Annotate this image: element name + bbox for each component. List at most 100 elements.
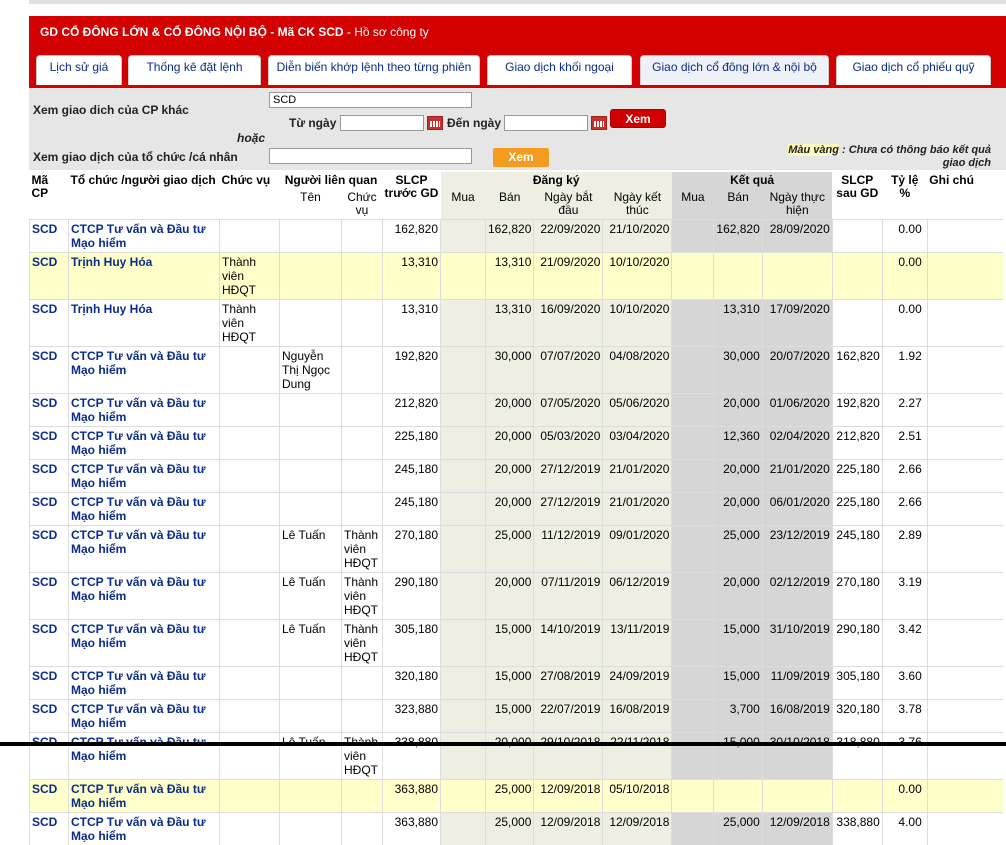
cell-sau: 162,820 xyxy=(832,347,882,394)
company-profile-link[interactable]: - Hồ sơ công ty xyxy=(344,25,429,39)
cell-rmua xyxy=(441,347,486,394)
cell-ten xyxy=(280,427,342,460)
cell-ma[interactable]: SCD xyxy=(30,427,69,460)
cell-org[interactable]: CTCP Tư vấn và Đầu tư Mạo hiểm xyxy=(69,813,220,845)
cell-cv xyxy=(220,220,280,253)
cell-gc xyxy=(927,780,1003,813)
cell-cv: Thành viên HĐQT xyxy=(220,253,280,300)
col-ngay-thuc-hien: Ngày thực hiện xyxy=(762,189,832,220)
tab-treasury-shares[interactable]: Giao dịch cổ phiếu quỹ xyxy=(836,55,991,85)
col-reg-ban: Bán xyxy=(486,189,534,220)
view-org-button[interactable]: Xem xyxy=(493,148,549,167)
tab-foreign-trading[interactable]: Giao dịch khối ngoại xyxy=(487,55,632,85)
cell-cvlq: Thành viên HĐQT xyxy=(342,733,383,780)
cell-ma[interactable]: SCD xyxy=(30,700,69,733)
cell-ma[interactable]: SCD xyxy=(30,460,69,493)
from-date-input[interactable] xyxy=(340,115,424,131)
view-button[interactable]: Xem xyxy=(610,109,666,128)
cell-org[interactable]: CTCP Tư vấn và Đầu tư Mạo hiểm xyxy=(69,526,220,573)
cell-ma[interactable]: SCD xyxy=(30,780,69,813)
cell-ma[interactable]: SCD xyxy=(30,220,69,253)
cell-org[interactable]: CTCP Tư vấn và Đầu tư Mạo hiểm xyxy=(69,733,220,780)
cell-ma[interactable]: SCD xyxy=(30,573,69,620)
cell-bd: 05/03/2020 xyxy=(534,427,603,460)
org-search-input[interactable] xyxy=(269,148,472,164)
cell-ma[interactable]: SCD xyxy=(30,300,69,347)
cell-gc xyxy=(927,573,1003,620)
cell-ten xyxy=(280,253,342,300)
cell-cv xyxy=(220,620,280,667)
cell-ma[interactable]: SCD xyxy=(30,253,69,300)
cell-cvlq xyxy=(342,460,383,493)
cell-org[interactable]: CTCP Tư vấn và Đầu tư Mạo hiểm xyxy=(69,573,220,620)
cell-sau: 338,880 xyxy=(832,813,882,845)
cell-org[interactable]: CTCP Tư vấn và Đầu tư Mạo hiểm xyxy=(69,667,220,700)
cell-kmua xyxy=(672,573,714,620)
cell-ma[interactable]: SCD xyxy=(30,620,69,667)
cell-kban: 25,000 xyxy=(714,526,762,573)
cell-rban: 25,000 xyxy=(486,780,534,813)
col-slcp-sau: SLCP sau GD xyxy=(832,172,882,220)
cell-ma[interactable]: SCD xyxy=(30,347,69,394)
col-res-mua: Mua xyxy=(672,189,714,220)
cell-rban: 20,000 xyxy=(486,573,534,620)
cell-org[interactable]: CTCP Tư vấn và Đầu tư Mạo hiểm xyxy=(69,700,220,733)
calendar-icon[interactable] xyxy=(427,116,443,130)
cell-cv xyxy=(220,667,280,700)
calendar-icon[interactable] xyxy=(591,116,607,130)
table-row: SCDCTCP Tư vấn và Đầu tư Mạo hiểmLê Tuấn… xyxy=(30,526,1004,573)
cell-kmua xyxy=(672,526,714,573)
cell-ma[interactable]: SCD xyxy=(30,394,69,427)
cell-rban: 20,000 xyxy=(486,394,534,427)
top-strip xyxy=(29,0,1006,4)
tab-price-history[interactable]: Lịch sử giá xyxy=(36,55,122,85)
cell-ma[interactable]: SCD xyxy=(30,493,69,526)
cell-rban: 15,000 xyxy=(486,620,534,667)
cell-ma[interactable]: SCD xyxy=(30,667,69,700)
cell-th: 06/01/2020 xyxy=(762,493,832,526)
cell-org[interactable]: CTCP Tư vấn và Đầu tư Mạo hiểm xyxy=(69,220,220,253)
cell-org[interactable]: CTCP Tư vấn và Đầu tư Mạo hiểm xyxy=(69,394,220,427)
tab-matching-sessions[interactable]: Diễn biến khớp lệnh theo từng phiên xyxy=(268,55,480,85)
cell-tl: 3.60 xyxy=(882,667,927,700)
cell-org[interactable]: CTCP Tư vấn và Đầu tư Mạo hiểm xyxy=(69,620,220,667)
cell-rmua xyxy=(441,733,486,780)
cell-sau: 318,880 xyxy=(832,733,882,780)
cell-kt: 12/09/2018 xyxy=(603,813,672,845)
cell-sau: 305,180 xyxy=(832,667,882,700)
cell-org[interactable]: CTCP Tư vấn và Đầu tư Mạo hiểm xyxy=(69,460,220,493)
cell-ma[interactable]: SCD xyxy=(30,813,69,845)
cell-kt: 03/04/2020 xyxy=(603,427,672,460)
cell-org[interactable]: CTCP Tư vấn và Đầu tư Mạo hiểm xyxy=(69,427,220,460)
cell-sau xyxy=(832,780,882,813)
table-row: SCDTrịnh Huy HóaThành viên HĐQT13,31013,… xyxy=(30,253,1004,300)
cell-kmua xyxy=(672,700,714,733)
cell-org[interactable]: CTCP Tư vấn và Đầu tư Mạo hiểm xyxy=(69,780,220,813)
cell-org[interactable]: CTCP Tư vấn và Đầu tư Mạo hiểm xyxy=(69,493,220,526)
table-row: SCDCTCP Tư vấn và Đầu tư Mạo hiểm245,180… xyxy=(30,493,1004,526)
cell-gc xyxy=(927,620,1003,667)
cell-cvlq xyxy=(342,780,383,813)
tab-insider-trading[interactable]: Giao dịch cổ đông lớn & nội bộ xyxy=(640,55,829,85)
cell-truoc: 13,310 xyxy=(383,300,441,347)
cell-tl: 0.00 xyxy=(882,253,927,300)
cell-tl: 1.92 xyxy=(882,347,927,394)
cell-ma[interactable]: SCD xyxy=(30,526,69,573)
cell-bd: 21/09/2020 xyxy=(534,253,603,300)
cell-org[interactable]: Trịnh Huy Hóa xyxy=(69,253,220,300)
cell-rban: 162,820 xyxy=(486,220,534,253)
to-date-input[interactable] xyxy=(504,115,588,131)
cell-ten xyxy=(280,220,342,253)
cell-cv xyxy=(220,427,280,460)
cell-ten xyxy=(280,667,342,700)
cell-cvlq xyxy=(342,394,383,427)
stock-code-input[interactable] xyxy=(269,92,472,108)
cell-kmua xyxy=(672,427,714,460)
tab-order-stats[interactable]: Thống kê đặt lệnh xyxy=(128,55,261,85)
cell-org[interactable]: Trịnh Huy Hóa xyxy=(69,300,220,347)
cell-bd: 14/10/2019 xyxy=(534,620,603,667)
cell-ma[interactable]: SCD xyxy=(30,733,69,780)
cell-tl: 4.00 xyxy=(882,813,927,845)
cell-org[interactable]: CTCP Tư vấn và Đầu tư Mạo hiểm xyxy=(69,347,220,394)
cell-cvlq: Thành viên HĐQT xyxy=(342,573,383,620)
